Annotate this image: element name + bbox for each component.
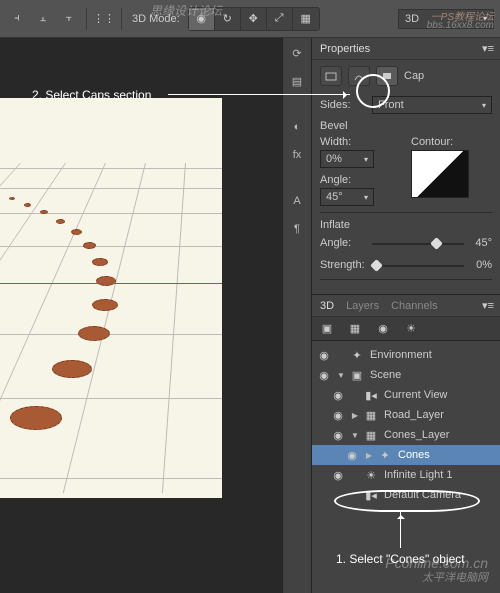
contour-label: Contour:: [411, 136, 492, 148]
filter-mesh-icon[interactable]: ▦: [348, 322, 362, 336]
scene-item-cones[interactable]: ◉✦Cones: [312, 445, 500, 465]
options-bar: ⫞ ⫠ ⫟ ⋮⋮ 3D Mode: ◉ ↻ ✥ ⤢ ▦ 3D ▾: [0, 0, 500, 38]
separator: [86, 8, 87, 30]
eye-icon[interactable]: ◉: [316, 349, 332, 362]
mesh-tab[interactable]: [320, 66, 342, 86]
width-input[interactable]: 0% ▾: [320, 150, 374, 168]
cone-shape: [92, 299, 118, 311]
filter-material-icon[interactable]: ◉: [376, 322, 390, 336]
watermark: 太平洋电脑网: [422, 569, 488, 585]
arrow-cones: [400, 512, 401, 548]
panel-menu-icon[interactable]: ▾≡: [482, 299, 494, 312]
tab-layers[interactable]: Layers: [346, 300, 379, 312]
scene-item-road-layer[interactable]: ◉▦Road_Layer: [312, 405, 500, 425]
paragraph-icon[interactable]: ¶: [288, 220, 306, 238]
cone-shape: [71, 229, 82, 235]
3d-panel-header: 3D Layers Channels ▾≡: [312, 295, 500, 317]
history-icon[interactable]: ⟳: [288, 44, 306, 62]
cone-shape: [92, 258, 108, 266]
properties-panel: Cap Sides: Front ▾ Bevel Width: 0% ▾ Ang…: [312, 60, 500, 294]
annotation-caps: 2. Select Caps section: [32, 88, 151, 102]
cone-shape: [40, 210, 48, 214]
right-panels: Properties ▾≡ Cap Sides: Front ▾ Bevel W…: [312, 38, 500, 593]
pan-icon[interactable]: ✥: [241, 8, 267, 30]
align-right-icon[interactable]: ⫟: [58, 8, 80, 30]
cone-shape: [56, 219, 65, 224]
chevron-down-icon: ▾: [364, 155, 368, 164]
strength-slider[interactable]: 0%: [372, 259, 492, 273]
swatches-icon[interactable]: ▤: [288, 72, 306, 90]
bevel-title: Bevel: [320, 120, 492, 132]
align-center-icon[interactable]: ⫠: [32, 8, 54, 30]
canvas-area: [0, 38, 282, 593]
strength-label: Strength:: [320, 259, 366, 271]
sides-dropdown[interactable]: Front ▾: [372, 96, 492, 114]
angle-value: 45°: [326, 191, 343, 203]
annotation-cones: 1. Select "Cones" object: [336, 552, 465, 566]
align-left-icon[interactable]: ⫞: [6, 8, 28, 30]
inflate-angle-slider[interactable]: 45°: [372, 237, 492, 251]
strength-value: 0%: [466, 259, 492, 271]
scene-item-scene[interactable]: ◉▣Scene: [312, 365, 500, 385]
3d-panel: 3D Layers Channels ▾≡ ▣ ▦ ◉ ☀ ◉✦Environm…: [312, 294, 500, 593]
properties-header: Properties ▾≡: [312, 38, 500, 60]
sides-label: Sides:: [320, 99, 366, 111]
inflate-angle-label: Angle:: [320, 237, 366, 249]
watermark: 思缘设计论坛: [150, 2, 222, 19]
scale-icon[interactable]: ▦: [293, 8, 319, 30]
width-value: 0%: [326, 153, 342, 165]
tab-channels[interactable]: Channels: [391, 300, 437, 312]
contour-picker[interactable]: [411, 150, 469, 198]
separator: [121, 8, 122, 30]
filter-scene-icon[interactable]: ▣: [320, 322, 334, 336]
cone-shape: [10, 406, 62, 430]
eye-icon[interactable]: ◉: [330, 409, 346, 422]
3d-filter-row: ▣ ▦ ◉ ☀: [312, 317, 500, 341]
cone-shape: [96, 276, 116, 286]
sides-value: Front: [378, 99, 404, 111]
character-icon[interactable]: A: [288, 192, 306, 210]
collapsed-panel-strip: ⟳ ▤ ◐ fx A ¶: [282, 38, 312, 593]
angle-label: Angle:: [320, 174, 401, 186]
panel-menu-icon[interactable]: ▾≡: [482, 42, 494, 55]
filter-light-icon[interactable]: ☀: [404, 322, 418, 336]
arrow-caps: [168, 94, 350, 95]
workspace-value: 3D: [405, 13, 419, 25]
3d-viewport[interactable]: [0, 98, 222, 498]
slide-icon[interactable]: ⤢: [267, 8, 293, 30]
cone-shape: [52, 360, 92, 378]
distribute-icon[interactable]: ⋮⋮: [93, 8, 115, 30]
cap-label: Cap: [404, 70, 424, 82]
adjustments-icon[interactable]: ◐: [288, 118, 306, 136]
cone-shape: [83, 242, 96, 249]
eye-icon[interactable]: ◉: [330, 469, 346, 482]
eye-icon[interactable]: ◉: [330, 389, 346, 402]
chevron-down-icon: ▾: [482, 101, 486, 110]
properties-tab[interactable]: Properties: [320, 43, 370, 55]
scene-item-cones-layer[interactable]: ◉▦Cones_Layer: [312, 425, 500, 445]
scene-item-environment[interactable]: ◉✦Environment: [312, 345, 500, 365]
cone-shape: [78, 326, 110, 341]
cap-tab[interactable]: [376, 66, 398, 86]
cone-shape: [9, 197, 15, 200]
scene-item-infinite-light[interactable]: ◉☀Infinite Light 1: [312, 465, 500, 485]
scene-item-current-view[interactable]: ◉▮◂Current View: [312, 385, 500, 405]
cone-shape: [24, 203, 31, 207]
deform-tab[interactable]: [348, 66, 370, 86]
inflate-title: Inflate: [320, 219, 492, 231]
eye-icon[interactable]: ◉: [316, 369, 332, 382]
chevron-down-icon: ▾: [364, 193, 368, 202]
styles-icon[interactable]: fx: [288, 146, 306, 164]
angle-input[interactable]: 45° ▾: [320, 188, 374, 206]
tab-3d[interactable]: 3D: [320, 300, 334, 312]
scene-item-default-camera[interactable]: ▮◂Default Camera: [312, 485, 500, 505]
eye-icon[interactable]: ◉: [330, 429, 346, 442]
eye-icon[interactable]: ◉: [344, 449, 360, 462]
scene-tree: ◉✦Environment ◉▣Scene ◉▮◂Current View ◉▦…: [312, 341, 500, 509]
inflate-angle-value: 45°: [466, 237, 492, 249]
width-label: Width:: [320, 136, 401, 148]
watermark: bbs.16xx8.com: [427, 20, 494, 31]
